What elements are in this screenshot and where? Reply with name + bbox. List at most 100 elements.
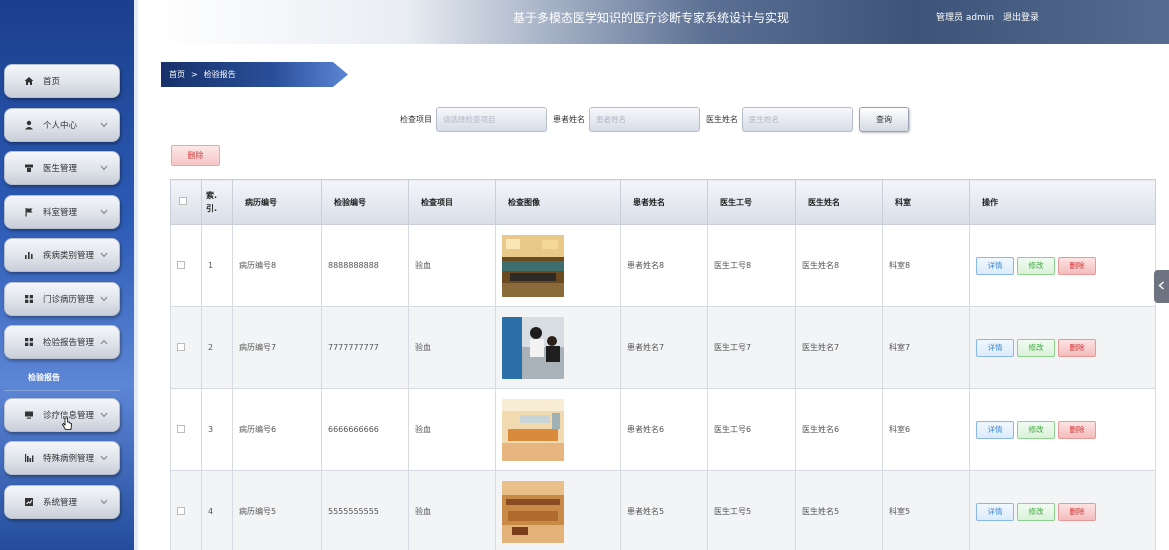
waiting-photo[interactable] [502,480,564,543]
sidebar-item-label: 系统管理 [43,497,78,508]
sidebar-item-doctors[interactable]: 医生管理 [4,151,120,185]
row-select-cell [170,388,202,471]
chart-icon [23,452,35,464]
header-index-line2: 引. [206,204,218,213]
consult-photo[interactable] [502,316,564,379]
sidebar-item-disease-categories[interactable]: 疾病类别管理 [4,238,120,272]
test-item-select[interactable]: 请选择检查项目 [436,106,547,132]
cell-doctor-id: 医生工号7 [707,306,796,389]
row-checkbox[interactable] [177,342,185,351]
cell-department: 科室5 [882,470,970,550]
grid-icon [23,336,35,348]
sidebar-item-profile[interactable]: 个人中心 [4,107,120,142]
detail-button[interactable]: 详情 [976,256,1014,275]
cell-record-no: 病历编号8 [232,224,322,307]
detail-button[interactable]: 详情 [976,338,1014,357]
chevron-down-icon [99,250,109,260]
home-icon [23,75,35,87]
table-row: 3 病历编号6 6666666666 验血 患者姓名6 医生工号6 医生姓名6 … [170,388,1156,471]
cell-patient-name: 患者姓名7 [620,306,708,389]
cell-doctor-name: 医生姓名6 [795,388,883,471]
doctor-icon [23,162,35,174]
app-title: 基于多模态医学知识的医疗诊断专家系统设计与实现 [513,11,790,25]
cell-actions: 详情 修改 删除 [969,224,1156,307]
lobby-photo[interactable] [502,234,564,297]
patient-name-label: 患者姓名 [553,114,585,124]
breadcrumb-separator: > [191,70,198,79]
row-checkbox[interactable] [177,506,185,515]
sidebar-item-home[interactable]: 首页 [4,64,120,98]
table-row: 4 病历编号5 5555555555 验血 患者姓名5 医生工号5 医生姓名5 … [170,470,1156,550]
sidebar-item-outpatient-records[interactable]: 门诊病历管理 [4,281,120,316]
sidebar-item-system[interactable]: 系统管理 [4,484,120,519]
delete-button[interactable]: 删除 [1058,338,1096,357]
delete-button[interactable]: 删除 [1058,256,1096,275]
delete-button[interactable]: 删除 [1058,420,1096,439]
user-label: 管理员 admin [936,13,995,23]
header-test-no: 检验编号 [321,179,409,225]
delete-button[interactable]: 删除 [1058,502,1096,521]
report-table: 索. 引. 病历编号 检验编号 检查项目 检查图像 患者姓名 医生工号 医生姓名… [170,179,1156,550]
logout-link[interactable]: 退出登录 [1003,13,1039,23]
breadcrumb-home[interactable]: 首页 [169,69,185,80]
sidebar-item-label: 门诊病历管理 [43,294,95,305]
patient-name-input[interactable]: 患者姓名 [589,106,700,132]
select-all-checkbox[interactable] [179,197,187,205]
row-checkbox[interactable] [177,424,185,433]
header-department: 科室 [882,179,970,225]
monitor-icon [23,409,35,421]
edit-button[interactable]: 修改 [1017,338,1055,357]
header-test-image: 检查图像 [495,179,621,225]
cell-test-item: 验血 [408,224,496,307]
edit-button[interactable]: 修改 [1017,420,1055,439]
cell-test-item: 验血 [408,306,496,389]
search-bar: 检查项目 请选择检查项目 患者姓名 患者姓名 医生姓名 医生姓名 查询 [400,106,909,132]
sidebar-item-diagnosis-info[interactable]: 诊疗信息管理 [4,397,120,432]
row-checkbox[interactable] [177,260,185,269]
header-record-no: 病历编号 [232,179,322,225]
cell-test-image [495,470,621,550]
submenu-item-test-report[interactable]: 检验报告 [4,365,120,391]
header-doctor-name: 医生姓名 [795,179,883,225]
bar-chart-icon [23,249,35,261]
header-test-item: 检查项目 [408,179,496,225]
cell-actions: 详情 修改 删除 [969,388,1156,471]
sidebar-item-special-cases[interactable]: 特殊病例管理 [4,441,120,475]
chevron-down-icon [99,120,109,130]
cell-doctor-name: 医生姓名5 [795,470,883,550]
cell-test-no: 7777777777 [321,306,409,389]
header-actions: 操作 [969,179,1156,225]
reception-photo[interactable] [502,398,564,461]
top-header: 基于多模态医学知识的医疗诊断专家系统设计与实现 管理员 admin 退出登录 [152,0,1169,44]
select-all-header[interactable] [170,179,202,225]
cell-test-no: 6666666666 [321,388,409,471]
edit-button[interactable]: 修改 [1017,502,1055,521]
query-button[interactable]: 查询 [859,106,909,132]
side-collapse-tab[interactable] [1154,270,1169,303]
batch-delete-button[interactable]: 删除 [171,145,220,166]
detail-button[interactable]: 详情 [976,502,1014,521]
sidebar-item-label: 首页 [43,77,61,87]
sidebar-item-test-reports[interactable]: 检验报告管理 [4,325,120,359]
sidebar-item-departments[interactable]: 科室管理 [4,194,120,229]
cell-record-no: 病历编号5 [232,470,322,550]
cell-test-no: 5555555555 [321,470,409,550]
sidebar-item-label: 个人中心 [43,120,78,131]
cell-test-image [495,306,621,389]
row-select-cell [170,224,202,307]
sidebar-menu: 首页 个人中心 医生管理 科室管理 疾病类别管理 门诊病历管理 检验报告管理 检… [4,64,122,528]
sidebar-item-label: 医生管理 [43,164,78,174]
test-item-label: 检查项目 [400,114,432,124]
cell-patient-name: 患者姓名8 [620,224,708,307]
cell-doctor-id: 医生工号5 [707,470,796,550]
sidebar: 首页 个人中心 医生管理 科室管理 疾病类别管理 门诊病历管理 检验报告管理 检… [0,0,138,550]
breadcrumb-current: 检验报告 [203,70,236,79]
cell-test-image [495,224,621,307]
doctor-name-input[interactable]: 医生姓名 [742,106,853,132]
row-select-cell [170,306,202,389]
detail-button[interactable]: 详情 [976,420,1014,439]
cell-department: 科室8 [882,224,970,307]
cell-record-no: 病历编号7 [232,306,322,389]
cell-test-image [495,388,621,471]
edit-button[interactable]: 修改 [1017,256,1055,275]
